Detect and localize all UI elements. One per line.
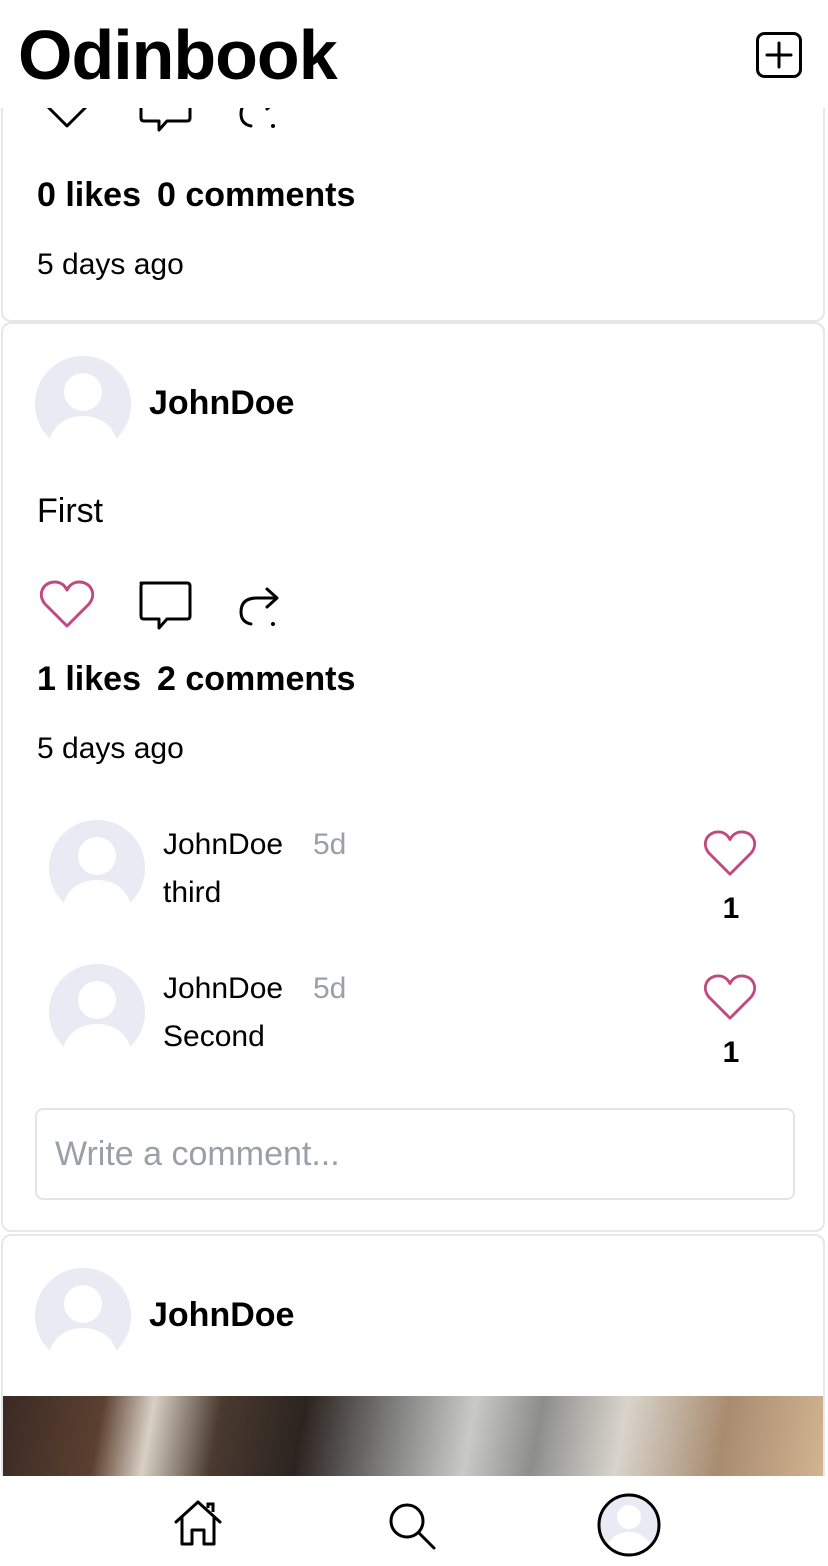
comment-button[interactable]	[137, 580, 193, 639]
avatar[interactable]	[35, 356, 131, 452]
comment-like-button[interactable]	[703, 974, 757, 1027]
avatar[interactable]	[35, 1268, 131, 1364]
comment-text: third	[163, 876, 222, 909]
app-title: Odinbook	[18, 16, 338, 94]
comment-like-count: 1	[722, 1036, 740, 1069]
heart-icon	[704, 974, 756, 1020]
comment-author[interactable]: JohnDoe	[163, 972, 283, 1006]
comment-input[interactable]	[35, 1108, 795, 1200]
likes-count[interactable]: 1 likes	[37, 660, 141, 698]
post-author[interactable]: JohnDoe	[149, 1296, 294, 1335]
user-icon	[49, 964, 145, 1060]
share-icon	[239, 587, 279, 626]
comment-age: 5d	[313, 972, 347, 1005]
plus-square-icon	[756, 32, 802, 78]
post-stats: 0 likes 0 comments	[37, 176, 355, 215]
comment-like-button[interactable]	[703, 830, 757, 883]
user-icon	[35, 1268, 131, 1364]
comments-count[interactable]: 2 comments	[157, 660, 355, 698]
post-content: First	[37, 492, 104, 530]
search-icon	[389, 1503, 436, 1550]
profile-avatar-icon	[597, 1493, 661, 1557]
comment-icon	[139, 581, 192, 630]
heart-icon	[704, 830, 756, 876]
user-icon	[35, 356, 131, 452]
post-author[interactable]: JohnDoe	[149, 384, 294, 423]
likes-count[interactable]: 0 likes	[37, 176, 141, 214]
avatar[interactable]	[49, 964, 145, 1060]
comment-text: Second	[163, 1020, 265, 1053]
heart-icon	[39, 580, 95, 628]
post-timestamp: 5 days ago	[37, 732, 184, 765]
app-header: Odinbook	[0, 0, 828, 108]
home-icon	[174, 1500, 222, 1546]
share-button[interactable]	[237, 584, 283, 633]
nav-home-button[interactable]	[172, 1498, 224, 1553]
avatar[interactable]	[49, 820, 145, 916]
new-post-button[interactable]	[756, 32, 802, 78]
post-timestamp: 5 days ago	[37, 248, 184, 281]
nav-profile-button[interactable]	[596, 1492, 662, 1563]
comment-author[interactable]: JohnDoe	[163, 828, 283, 862]
comment-like-count: 1	[722, 892, 740, 925]
like-button[interactable]	[39, 580, 95, 635]
post-stats: 1 likes 2 comments	[37, 660, 355, 699]
nav-search-button[interactable]	[386, 1500, 438, 1557]
post-card: JohnDoe First 1 likes 2 comments 5 days a…	[1, 322, 825, 1232]
comment-age: 5d	[313, 828, 347, 861]
user-icon	[49, 820, 145, 916]
post-card: JohnDoe	[1, 1234, 825, 1494]
comments-count[interactable]: 0 comments	[157, 176, 355, 214]
bottom-nav	[0, 1476, 828, 1566]
